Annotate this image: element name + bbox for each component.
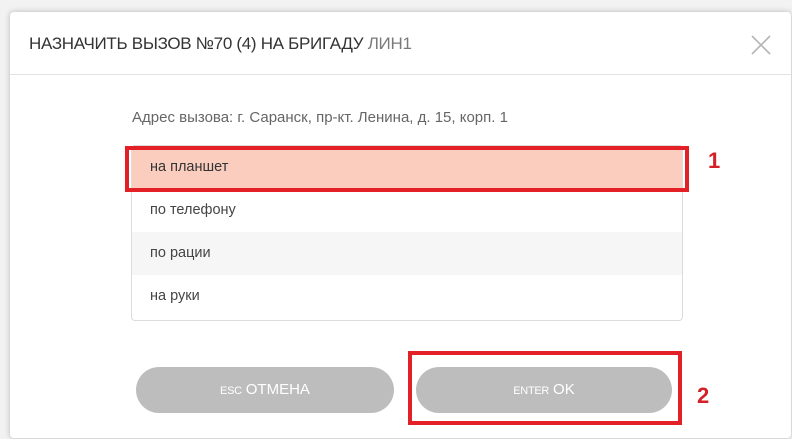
- option-in-hand[interactable]: на руки: [132, 275, 682, 318]
- cancel-shortcut-key: ESC: [220, 385, 242, 397]
- option-radio[interactable]: по рации: [132, 232, 682, 275]
- ok-button-label: OK: [553, 381, 575, 398]
- dialog-title: НАЗНАЧИТЬ ВЫЗОВ №70 (4) НА БРИГАДУ ЛИН1: [29, 34, 412, 54]
- brigade-name: ЛИН1: [367, 34, 412, 53]
- annotation-marker-2: 2: [697, 383, 710, 408]
- annotation-marker-1: 1: [708, 148, 721, 173]
- call-address: Адрес вызова: г. Саранск, пр-кт. Ленина,…: [132, 109, 508, 126]
- close-icon[interactable]: [750, 34, 772, 56]
- option-tablet[interactable]: на планшет: [132, 146, 682, 189]
- dialog-title-text: НАЗНАЧИТЬ ВЫЗОВ №70 (4) НА БРИГАДУ: [29, 34, 364, 53]
- ok-button[interactable]: ENTER OK: [416, 367, 672, 413]
- cancel-button[interactable]: ESC ОТМЕНА: [136, 367, 394, 413]
- option-phone[interactable]: по телефону: [132, 189, 682, 232]
- assign-call-dialog: НАЗНАЧИТЬ ВЫЗОВ №70 (4) НА БРИГАДУ ЛИН1 …: [10, 12, 791, 438]
- ok-shortcut-key: ENTER: [513, 385, 550, 397]
- delivery-method-list: на планшет по телефону по рации на руки: [131, 145, 683, 321]
- dialog-header: НАЗНАЧИТЬ ВЫЗОВ №70 (4) НА БРИГАДУ ЛИН1: [10, 12, 791, 75]
- cancel-button-label: ОТМЕНА: [245, 381, 310, 398]
